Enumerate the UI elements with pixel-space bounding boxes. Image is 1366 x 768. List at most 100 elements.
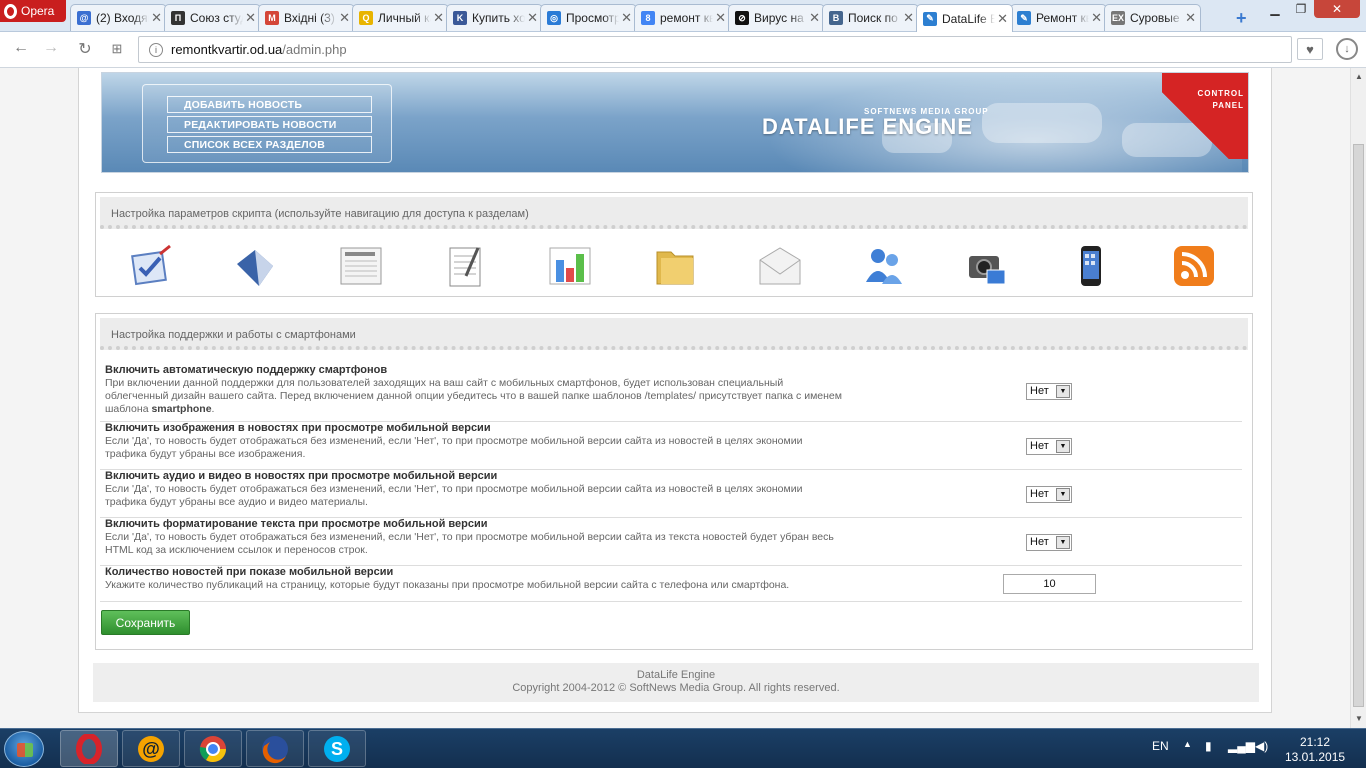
taskbar-chrome[interactable]: [184, 730, 242, 767]
taskbar-skype[interactable]: S: [308, 730, 366, 767]
auto-support-select[interactable]: Нет ▼: [1026, 383, 1072, 400]
browser-tab[interactable]: ✎ DataLife Engine✕: [916, 4, 1013, 32]
tab-close-icon[interactable]: ✕: [809, 10, 820, 26]
tab-close-icon[interactable]: ✕: [621, 10, 632, 26]
taskbar-mail-agent[interactable]: @: [122, 730, 180, 767]
browser-tab[interactable]: ✎ Ремонт квартир✕: [1010, 4, 1107, 31]
tab-close-icon[interactable]: ✕: [433, 10, 444, 26]
system-clock[interactable]: 21:12 13.01.2015: [1285, 735, 1345, 765]
windows-taskbar: @ S EN ▲ ▮ ▂▄▆ ◀) 21:12 13.01.2015: [0, 728, 1366, 768]
start-button[interactable]: [4, 731, 44, 767]
browser-tab[interactable]: M Вхідні (3) ✕: [258, 4, 355, 31]
formatting-select[interactable]: Нет ▼: [1026, 534, 1072, 551]
phone-icon[interactable]: [1068, 243, 1114, 289]
tab-favicon-icon: EX: [1111, 11, 1125, 25]
users-icon[interactable]: [861, 243, 907, 289]
back-button[interactable]: ←: [10, 39, 32, 57]
control-panel-ribbon: CONTROL PANEL: [1162, 73, 1248, 159]
scroll-down-icon[interactable]: ▼: [1355, 714, 1363, 723]
reload-button[interactable]: ↻: [74, 39, 96, 59]
shield-icon[interactable]: [232, 243, 278, 289]
mail-agent-icon: @: [138, 735, 164, 762]
checklist-icon[interactable]: [129, 243, 175, 289]
folder-icon[interactable]: [652, 243, 698, 289]
taskbar-opera[interactable]: [60, 730, 118, 767]
taskbar-firefox[interactable]: [246, 730, 304, 767]
browser-tab[interactable]: ⊘ Вирус на сайте✕: [728, 4, 825, 31]
usb-icon[interactable]: ▮: [1205, 739, 1212, 753]
tab-close-icon[interactable]: ✕: [339, 10, 350, 26]
page-scrollbar[interactable]: ▲ ▼: [1350, 68, 1366, 728]
rss-icon[interactable]: [1171, 243, 1217, 289]
svg-text:S: S: [331, 739, 343, 759]
setting-description: Если 'Да', то новость будет отображаться…: [105, 435, 803, 460]
chrome-icon: [199, 735, 227, 762]
media-select[interactable]: Нет ▼: [1026, 486, 1072, 503]
chevron-down-icon[interactable]: ▼: [1056, 488, 1070, 501]
opera-menu-button[interactable]: Opera: [0, 0, 66, 22]
new-tab-button[interactable]: +: [1236, 8, 1247, 29]
browser-tab[interactable]: K Купить хостинг✕: [446, 4, 543, 31]
browser-tab[interactable]: 8 ремонт квартир✕: [634, 4, 731, 31]
tab-close-icon[interactable]: ✕: [527, 10, 538, 26]
chevron-down-icon[interactable]: ▼: [1056, 440, 1070, 453]
minimize-button[interactable]: ▁: [1262, 0, 1288, 18]
chevron-down-icon[interactable]: ▼: [1056, 385, 1070, 398]
menu-add-news[interactable]: ДОБАВИТЬ НОВОСТЬ: [167, 96, 372, 113]
site-info-icon[interactable]: i: [149, 42, 163, 57]
tab-favicon-icon: П: [171, 11, 185, 25]
tab-close-icon[interactable]: ✕: [1185, 10, 1196, 26]
tab-favicon-icon: ◎: [547, 11, 561, 25]
menu-edit-news[interactable]: РЕДАКТИРОВАТЬ НОВОСТИ: [167, 116, 372, 133]
tab-close-icon[interactable]: ✕: [715, 10, 726, 26]
tab-favicon-icon: 8: [641, 11, 655, 25]
bookmark-heart-icon[interactable]: ♥: [1297, 38, 1323, 60]
setting-description: Укажите количество публикаций на страниц…: [105, 579, 790, 591]
maximize-button[interactable]: ❐: [1288, 0, 1314, 18]
speed-dial-icon[interactable]: ⊞: [106, 41, 128, 57]
tab-close-icon[interactable]: ✕: [903, 10, 914, 26]
url-field[interactable]: i remontkvartir.od.ua/admin.php: [138, 36, 1292, 63]
tab-favicon-icon: ⊘: [735, 11, 749, 25]
footer-product: DataLife Engine: [636, 669, 716, 681]
browser-tab[interactable]: EX Суровые будни✕: [1104, 4, 1201, 31]
tab-title: Ремонт квартир: [1036, 11, 1089, 25]
browser-tab[interactable]: П Союз студентов✕: [164, 4, 261, 31]
scroll-thumb[interactable]: [1353, 144, 1364, 707]
tab-close-icon[interactable]: ✕: [1091, 10, 1102, 26]
images-select[interactable]: Нет ▼: [1026, 438, 1072, 455]
footer-copyright: Copyright 2004-2012 © SoftNews Media Gro…: [512, 682, 840, 694]
tab-favicon-icon: B: [829, 11, 843, 25]
language-indicator[interactable]: EN: [1152, 739, 1169, 753]
mail-icon[interactable]: [757, 243, 803, 289]
downloads-icon[interactable]: ↓: [1336, 38, 1358, 60]
setting-row-news-count: Количество новостей при показе мобильной…: [100, 566, 1242, 602]
save-button[interactable]: Сохранить: [101, 610, 190, 635]
setting-row-formatting: Включить форматирование текста при просм…: [100, 518, 1242, 566]
scroll-up-icon[interactable]: ▲: [1355, 72, 1363, 81]
notepad-icon[interactable]: [443, 243, 489, 289]
network-icon[interactable]: ▂▄▆: [1228, 739, 1255, 753]
tab-title: Купить хостинг: [472, 11, 525, 25]
forward-button[interactable]: →: [40, 39, 62, 57]
chevron-down-icon[interactable]: ▼: [1056, 536, 1070, 549]
stats-icon[interactable]: [547, 243, 593, 289]
browser-tab[interactable]: @ (2) Входящие✕: [70, 4, 167, 31]
svg-text:@: @: [142, 739, 160, 759]
tab-close-icon[interactable]: ✕: [151, 10, 162, 26]
tray-expand-icon[interactable]: ▲: [1183, 739, 1192, 749]
newspaper-icon[interactable]: [338, 243, 384, 289]
tab-title: Вхідні (3): [284, 11, 335, 25]
news-count-input[interactable]: 10: [1003, 574, 1096, 594]
menu-all-categories[interactable]: СПИСОК ВСЕХ РАЗДЕЛОВ: [167, 136, 372, 153]
tab-title: (2) Входящие: [96, 11, 149, 25]
camera-icon[interactable]: [964, 243, 1010, 289]
tab-close-icon[interactable]: ✕: [997, 11, 1008, 27]
tab-close-icon[interactable]: ✕: [245, 10, 256, 26]
browser-tab[interactable]: Q Личный кабинет✕: [352, 4, 449, 31]
browser-tab[interactable]: ◎ Просмотр ✕: [540, 4, 637, 31]
firefox-icon: [262, 735, 288, 763]
close-window-button[interactable]: ✕: [1314, 0, 1360, 18]
browser-tab[interactable]: B Поиск по сайту✕: [822, 4, 919, 31]
volume-icon[interactable]: ◀): [1255, 739, 1268, 753]
